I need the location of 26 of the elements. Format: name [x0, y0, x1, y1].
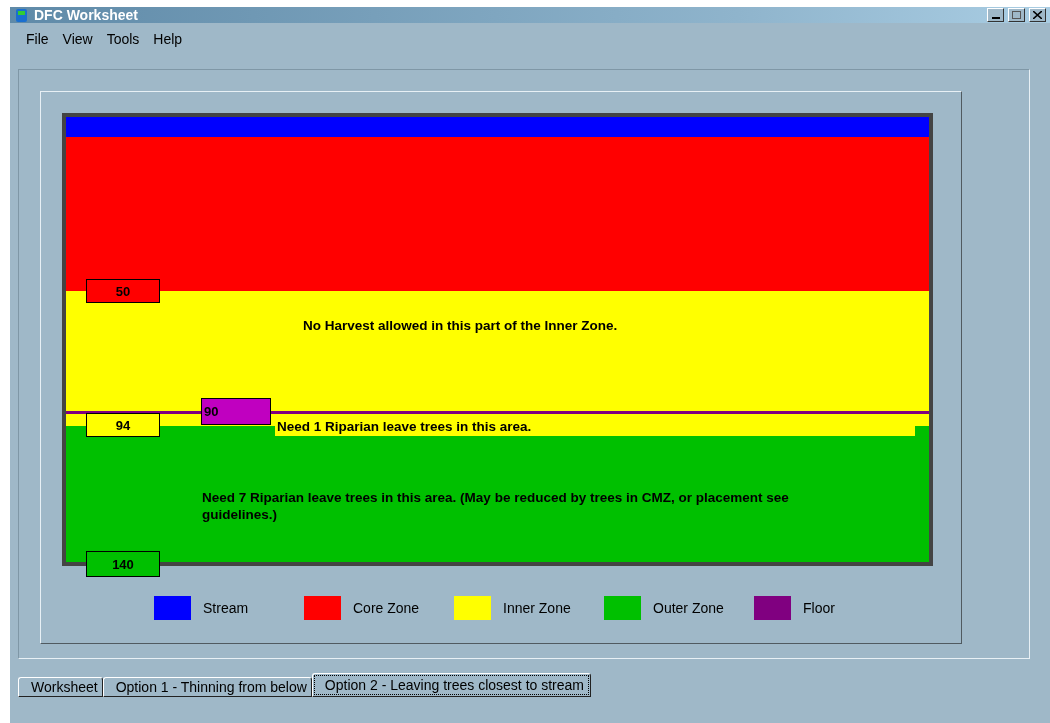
close-icon — [1033, 11, 1042, 19]
menu-item[interactable]: Help — [153, 31, 183, 55]
legend-label: Core Zone — [353, 600, 420, 616]
minimize-button[interactable] — [987, 8, 1004, 22]
zone-note: Need 1 Riparian leave trees in this area. — [277, 418, 532, 435]
legend-label: Floor — [803, 600, 835, 616]
tab[interactable]: Option 1 - Thinning from below — [102, 677, 312, 697]
legend-label: Stream — [203, 600, 249, 616]
zone-note: Need 7 Riparian leave trees in this area. (May be reduced by trees in CMZ, or placement see guidelines.) — [202, 489, 790, 523]
legend-label: Inner Zone — [503, 600, 571, 616]
app-icon — [14, 7, 30, 23]
tab[interactable]: Worksheet — [18, 677, 103, 697]
close-button[interactable] — [1029, 8, 1046, 22]
maximize-button[interactable] — [1008, 8, 1025, 22]
maximize-icon — [1012, 11, 1021, 19]
distance-label: 50 — [86, 279, 160, 303]
legend-label: Outer Zone — [653, 600, 724, 616]
window-title: DFC Worksheet — [34, 7, 139, 23]
tab[interactable]: Option 2 - Leaving trees closest to stream — [311, 673, 591, 697]
distance-label: 90 — [201, 398, 271, 425]
menu-item[interactable]: View — [62, 31, 93, 55]
distance-label: 140 — [86, 551, 160, 577]
menu-item[interactable]: Tools — [106, 31, 140, 55]
distance-label: 94 — [86, 413, 160, 437]
zone-note: No Harvest allowed in this part of the Inner Zone. — [303, 317, 618, 334]
menu-item[interactable]: File — [26, 31, 49, 55]
